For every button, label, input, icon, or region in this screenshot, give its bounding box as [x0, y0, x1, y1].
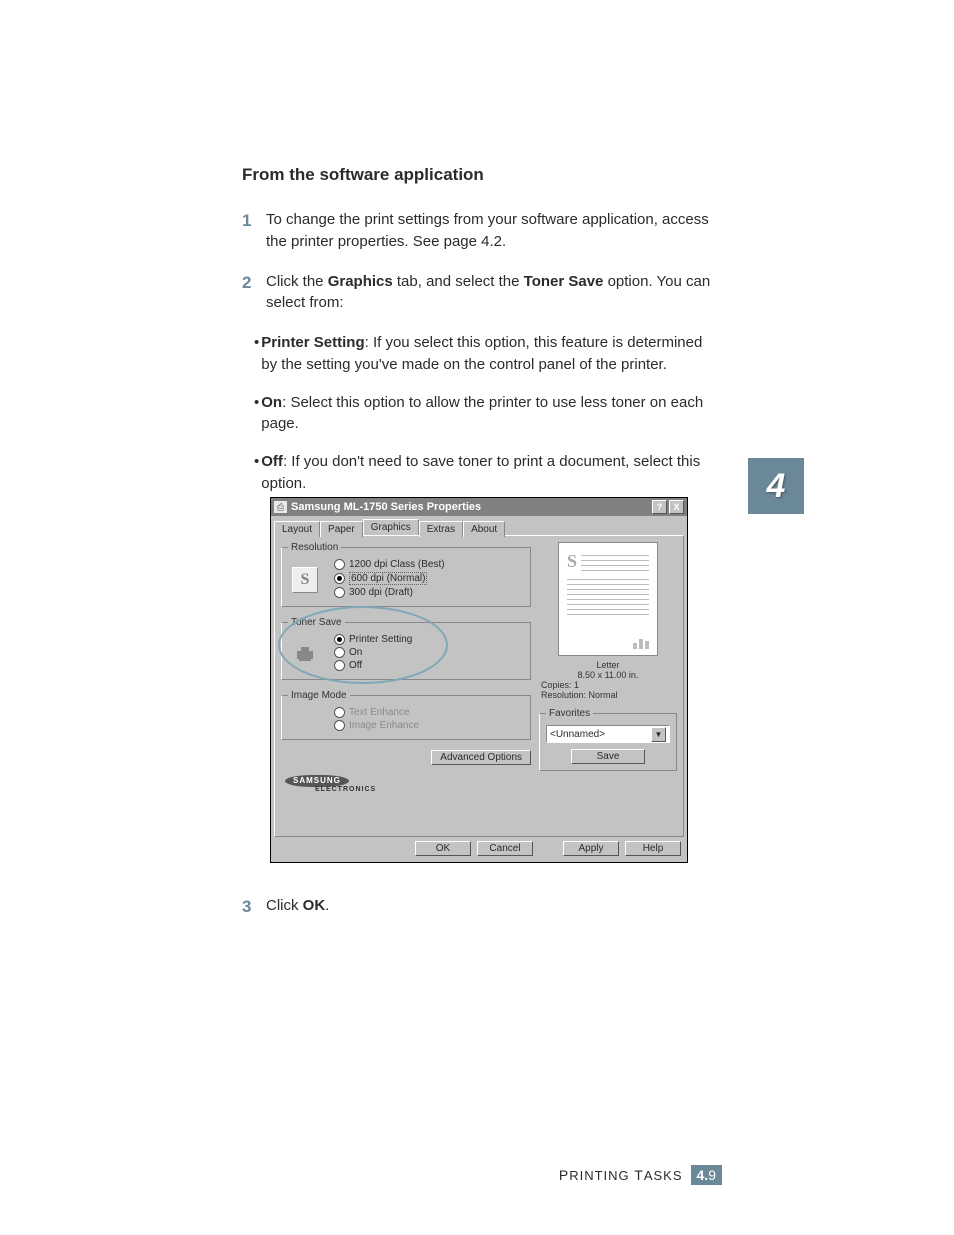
- resolution-group: Resolution S 1200 dpi Class (Best) 600 d…: [281, 542, 531, 607]
- brand: SAMSUNG ELECTRONICS: [281, 771, 531, 797]
- apply-button[interactable]: Apply: [563, 841, 619, 856]
- resolution-icon: S: [292, 567, 318, 593]
- preview-info: Letter 8.50 x 11.00 in. Copies: 1 Resolu…: [539, 660, 677, 700]
- text: Click: [266, 897, 303, 914]
- radio-image-enhance[interactable]: Image Enhance: [334, 720, 524, 731]
- label: Printer Setting: [349, 634, 412, 645]
- radio-printer-setting[interactable]: Printer Setting: [334, 634, 524, 645]
- tab-panel: Resolution S 1200 dpi Class (Best) 600 d…: [274, 535, 684, 837]
- chapter-number: 4: [767, 467, 786, 506]
- chapter-tab: 4: [748, 458, 804, 514]
- tab-layout[interactable]: Layout: [274, 521, 320, 537]
- bold-graphics: Graphics: [328, 273, 393, 290]
- page-preview: S: [558, 542, 658, 656]
- step-3: 3 Click OK.: [242, 895, 712, 920]
- tab-extras[interactable]: Extras: [419, 521, 463, 537]
- printer-properties-dialog: ⎙ Samsung ML-1750 Series Properties ? X …: [270, 497, 688, 863]
- favorites-value: <Unnamed>: [550, 729, 605, 740]
- radio-300dpi[interactable]: 300 dpi (Draft): [334, 587, 524, 598]
- bullet-printer-setting: Printer Setting: If you select this opti…: [254, 332, 712, 376]
- footer-title: PRINTING TASKS: [559, 1167, 683, 1183]
- toner-save-group: Toner Save Printer Setting On Off: [281, 617, 531, 680]
- text: : Select this option to allow the printe…: [261, 394, 703, 433]
- image-mode-legend: Image Mode: [288, 690, 350, 701]
- bold-toner-save: Toner Save: [524, 273, 604, 290]
- text: .: [325, 897, 329, 914]
- radio-600dpi[interactable]: 600 dpi (Normal): [334, 572, 524, 585]
- bold: On: [261, 394, 282, 411]
- text: : If you don't need to save toner to pri…: [261, 453, 700, 492]
- dialog-title: Samsung ML-1750 Series Properties: [291, 501, 650, 513]
- printer-icon: ⎙: [274, 501, 287, 513]
- favorites-legend: Favorites: [546, 708, 593, 719]
- step-3-text: Click OK.: [266, 895, 712, 920]
- toner-save-icon: [292, 642, 318, 668]
- resolution-legend: Resolution: [288, 542, 341, 553]
- radio-1200dpi[interactable]: 1200 dpi Class (Best): [334, 559, 524, 570]
- step-number: 1: [242, 209, 266, 253]
- radio-off[interactable]: Off: [334, 660, 524, 671]
- radio-text-enhance[interactable]: Text Enhance: [334, 707, 524, 718]
- label: 600 dpi (Normal): [349, 572, 427, 585]
- label: 1200 dpi Class (Best): [349, 559, 445, 570]
- cancel-button[interactable]: Cancel: [477, 841, 533, 856]
- step-2: 2 Click the Graphics tab, and select the…: [242, 271, 712, 315]
- page: 9: [708, 1167, 716, 1183]
- help-button[interactable]: ?: [652, 500, 667, 514]
- advanced-options-button[interactable]: Advanced Options: [431, 750, 531, 765]
- bold: Off: [261, 453, 283, 470]
- label: 300 dpi (Draft): [349, 587, 413, 598]
- toner-save-legend: Toner Save: [288, 617, 345, 628]
- tabs-row: Layout Paper Graphics Extras About: [271, 516, 687, 535]
- chevron-down-icon[interactable]: ▼: [651, 727, 666, 742]
- step-1: 1 To change the print settings from your…: [242, 209, 712, 253]
- step-number: 3: [242, 895, 266, 920]
- favorites-group: Favorites <Unnamed> ▼ Save: [539, 708, 677, 771]
- titlebar: ⎙ Samsung ML-1750 Series Properties ? X: [271, 498, 687, 516]
- brand-sub: ELECTRONICS: [315, 786, 376, 793]
- help-dialog-button[interactable]: Help: [625, 841, 681, 856]
- radio-on[interactable]: On: [334, 647, 524, 658]
- footer-title-text: RINTING: [569, 1168, 629, 1183]
- step-2-text: Click the Graphics tab, and select the T…: [266, 271, 712, 315]
- size-label: 8.50 x 11.00 in.: [539, 670, 677, 680]
- footer-page-number: 4.9: [691, 1165, 722, 1185]
- bold: Printer Setting: [261, 334, 364, 351]
- ok-button[interactable]: OK: [415, 841, 471, 856]
- bullet-off: Off: If you don't need to save toner to …: [254, 451, 712, 495]
- step-number: 2: [242, 271, 266, 315]
- step-1-text: To change the print settings from your s…: [266, 209, 712, 253]
- text: Click the: [266, 273, 328, 290]
- bold-ok: OK: [303, 897, 326, 914]
- chapter: 4.: [697, 1167, 709, 1183]
- image-mode-group: Image Mode Text Enhance Image Enhance: [281, 690, 531, 740]
- favorites-select[interactable]: <Unnamed> ▼: [546, 725, 670, 743]
- preview-s-icon: S: [567, 551, 577, 575]
- tab-about[interactable]: About: [463, 521, 505, 537]
- paper-label: Letter: [539, 660, 677, 670]
- close-button[interactable]: X: [669, 500, 684, 514]
- bullet-on: On: Select this option to allow the prin…: [254, 392, 712, 436]
- section-heading: From the software application: [242, 165, 712, 185]
- page-footer: PRINTING TASKS 4.9: [559, 1165, 722, 1185]
- label: On: [349, 647, 362, 658]
- label: Image Enhance: [349, 720, 419, 731]
- label: Text Enhance: [349, 707, 410, 718]
- dialog-button-row: OK Cancel Apply Help: [271, 837, 687, 862]
- tab-graphics[interactable]: Graphics: [363, 519, 419, 535]
- label: Off: [349, 660, 362, 671]
- tab-paper[interactable]: Paper: [320, 521, 363, 537]
- favorites-save-button[interactable]: Save: [571, 749, 645, 764]
- res-label: Resolution: Normal: [541, 690, 677, 700]
- copies-label: Copies: 1: [541, 680, 677, 690]
- text: tab, and select the: [393, 273, 524, 290]
